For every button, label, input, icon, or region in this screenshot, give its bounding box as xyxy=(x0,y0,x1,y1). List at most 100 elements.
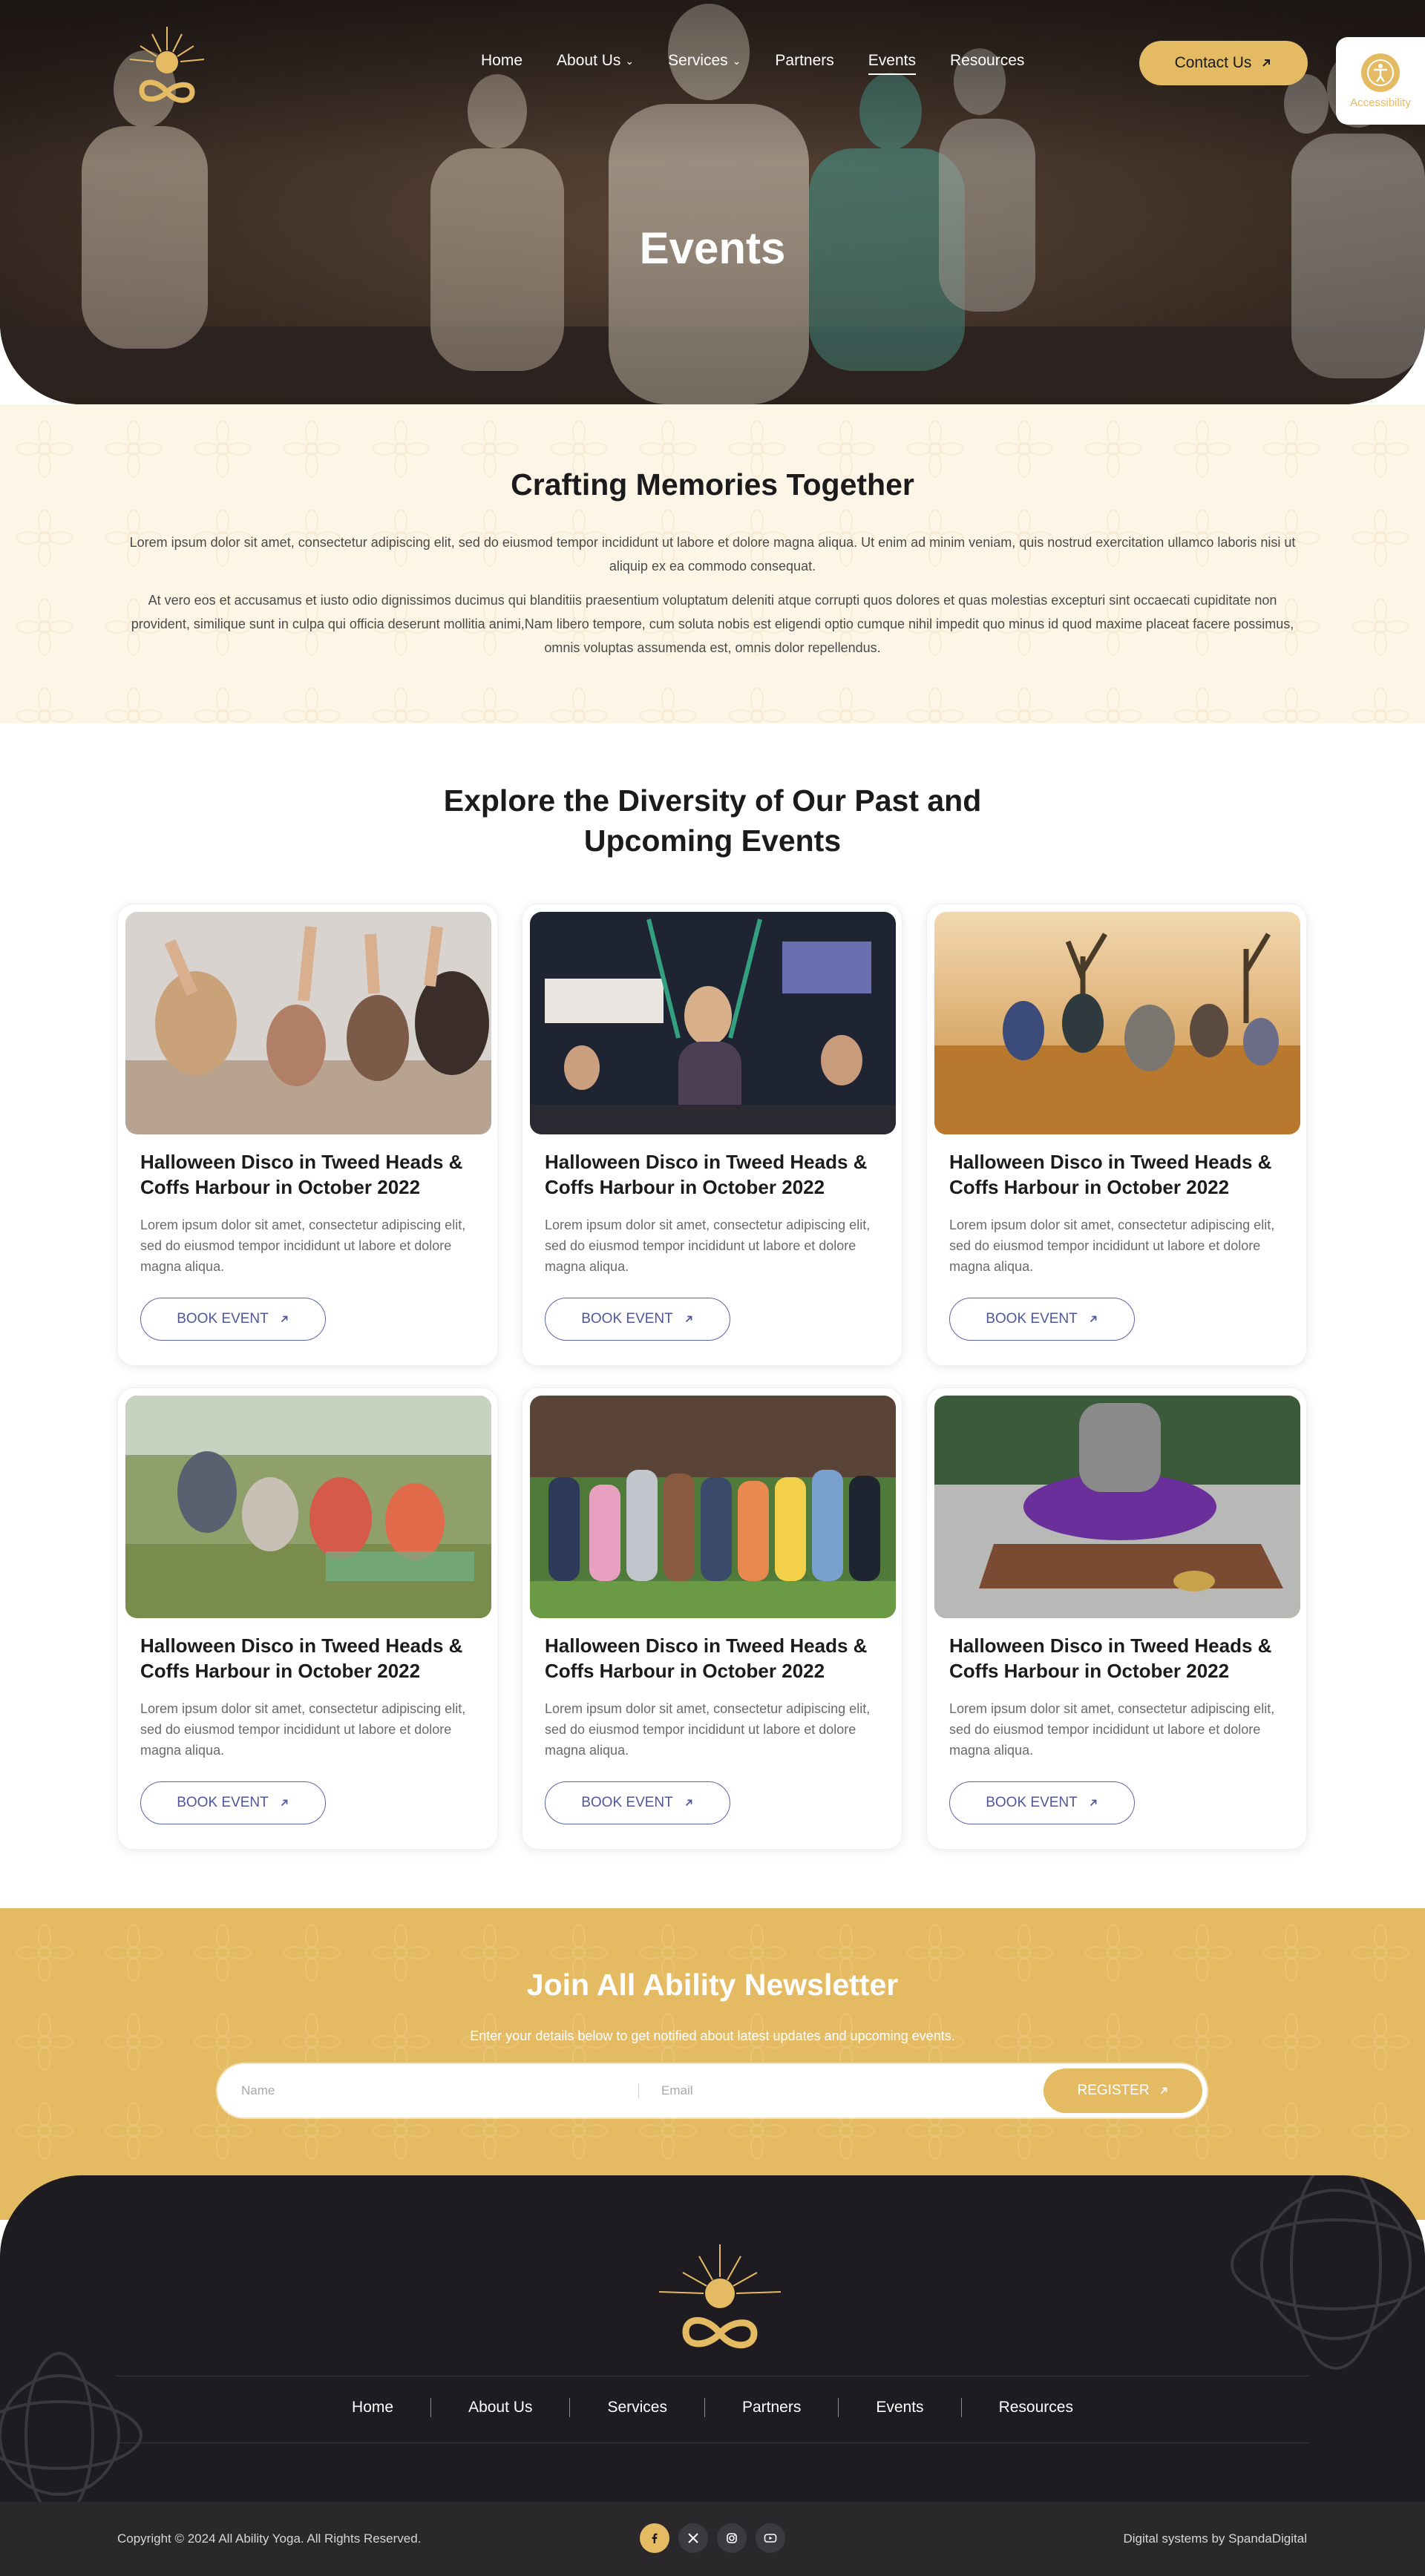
credit-text: Digital systems by SpandaDigital xyxy=(1123,2531,1307,2546)
footer-link-services[interactable]: Services xyxy=(570,2399,704,2416)
accessibility-icon xyxy=(1361,53,1400,92)
accessibility-label: Accessibility xyxy=(1350,96,1411,109)
intro-paragraph-2: At vero eos et accusamus et iusto odio d… xyxy=(131,593,1294,655)
nav-partners[interactable]: Partners xyxy=(775,52,833,70)
facebook-icon[interactable] xyxy=(640,2523,669,2553)
event-card: Halloween Disco in Tweed Heads & Coffs H… xyxy=(522,904,902,1366)
event-card: Halloween Disco in Tweed Heads & Coffs H… xyxy=(926,904,1307,1366)
event-description: Lorem ipsum dolor sit amet, consectetur … xyxy=(140,1701,466,1758)
book-event-label: BOOK EVENT xyxy=(986,1311,1078,1327)
nav-services-label: Services xyxy=(668,52,728,69)
arrow-up-right-icon xyxy=(685,1799,692,1807)
contact-us-button[interactable]: Contact Us xyxy=(1139,41,1308,85)
instagram-icon[interactable] xyxy=(717,2523,747,2553)
intro-heading: Crafting Memories Together xyxy=(511,467,914,502)
page-title: Events xyxy=(639,223,786,273)
footer: Home About Us Services Partners Events R… xyxy=(0,2175,1425,2502)
arrow-up-right-icon xyxy=(1160,2087,1167,2094)
footer-link-events[interactable]: Events xyxy=(839,2399,960,2416)
footer-link-resources[interactable]: Resources xyxy=(962,2399,1110,2416)
field-divider xyxy=(638,2083,639,2098)
newsletter-heading: Join All Ability Newsletter xyxy=(526,1968,899,2002)
event-card: Halloween Disco in Tweed Heads & Coffs H… xyxy=(522,1387,902,1850)
group-portrait-photo xyxy=(530,1396,896,1618)
arrow-up-right-icon xyxy=(281,1799,288,1807)
event-description: Lorem ipsum dolor sit amet, consectetur … xyxy=(949,1701,1275,1758)
fitness-class-photo xyxy=(530,912,896,1134)
events-heading-line-1: Explore the Diversity of Our Past and xyxy=(443,783,982,818)
book-event-label: BOOK EVENT xyxy=(581,1795,673,1810)
book-event-button[interactable]: BOOK EVENT xyxy=(545,1298,730,1341)
event-description: Lorem ipsum dolor sit amet, consectetur … xyxy=(140,1218,466,1274)
chevron-down-icon: ⌄ xyxy=(625,54,635,67)
footer-nav: Home About Us Services Partners Events R… xyxy=(0,2398,1425,2417)
nav-events[interactable]: Events xyxy=(868,52,917,75)
name-field[interactable] xyxy=(241,2067,627,2115)
seniors-picnic-photo xyxy=(125,1396,491,1618)
main-nav: Home About Us ⌄ Services ⌄ Partners Events… xyxy=(481,52,1058,75)
arrow-up-right-icon xyxy=(685,1315,692,1323)
footer-divider xyxy=(117,2442,1308,2443)
event-description: Lorem ipsum dolor sit amet, consectetur … xyxy=(545,1701,871,1758)
events-heading-line-2: Upcoming Events xyxy=(583,824,842,858)
email-field[interactable] xyxy=(661,2067,1032,2115)
event-title: Halloween Disco in Tweed Heads & Coffs H… xyxy=(140,1634,463,1682)
meditation-cushion-photo xyxy=(934,1396,1300,1618)
book-event-label: BOOK EVENT xyxy=(581,1311,673,1327)
nav-about-us[interactable]: About Us ⌄ xyxy=(557,52,634,70)
nav-home[interactable]: Home xyxy=(481,52,522,70)
youtube-icon[interactable] xyxy=(756,2523,785,2553)
event-description: Lorem ipsum dolor sit amet, consectetur … xyxy=(545,1218,871,1274)
footer-link-home[interactable]: Home xyxy=(315,2399,430,2416)
book-event-button[interactable]: BOOK EVENT xyxy=(140,1781,326,1824)
footer-link-about-us[interactable]: About Us xyxy=(431,2399,569,2416)
book-event-label: BOOK EVENT xyxy=(177,1795,269,1810)
event-title: Halloween Disco in Tweed Heads & Coffs H… xyxy=(545,1634,868,1682)
chevron-down-icon: ⌄ xyxy=(732,54,741,67)
copyright-text: Copyright © 2024 All Ability Yoga. All R… xyxy=(117,2531,422,2546)
book-event-button[interactable]: BOOK EVENT xyxy=(949,1781,1135,1824)
nav-partners-label: Partners xyxy=(775,52,834,69)
x-icon[interactable] xyxy=(678,2523,708,2553)
event-title: Halloween Disco in Tweed Heads & Coffs H… xyxy=(545,1151,868,1198)
intro-paragraph-1: Lorem ipsum dolor sit amet, consectetur … xyxy=(129,535,1296,574)
event-card: Halloween Disco in Tweed Heads & Coffs H… xyxy=(926,1387,1307,1850)
all-ability-yoga-logo[interactable] xyxy=(115,21,219,110)
nav-about-us-label: About Us xyxy=(557,52,621,69)
book-event-label: BOOK EVENT xyxy=(177,1311,269,1327)
footer-link-partners[interactable]: Partners xyxy=(705,2399,838,2416)
nav-events-label: Events xyxy=(868,52,916,69)
book-event-button[interactable]: BOOK EVENT xyxy=(949,1298,1135,1341)
event-title: Halloween Disco in Tweed Heads & Coffs H… xyxy=(140,1151,463,1198)
events-heading: Explore the Diversity of Our Past and Up… xyxy=(0,781,1425,861)
register-label: REGISTER xyxy=(1077,2083,1150,2098)
group-celebrating-photo xyxy=(125,912,491,1134)
nav-services[interactable]: Services ⌄ xyxy=(668,52,741,70)
event-card: Halloween Disco in Tweed Heads & Coffs H… xyxy=(117,904,498,1366)
social-links xyxy=(640,2523,785,2553)
newsletter-section: Join All Ability Newsletter Enter your d… xyxy=(0,1908,1425,2220)
nav-home-label: Home xyxy=(481,52,523,69)
arrow-up-right-icon xyxy=(1090,1799,1097,1807)
hero-banner: Home About Us ⌄ Services ⌄ Partners Events… xyxy=(0,0,1425,404)
desert-running-photo xyxy=(934,912,1300,1134)
arrow-up-right-icon xyxy=(281,1315,288,1323)
nav-resources-label: Resources xyxy=(950,52,1025,69)
event-title: Halloween Disco in Tweed Heads & Coffs H… xyxy=(949,1151,1272,1198)
arrow-up-right-icon xyxy=(1090,1315,1097,1323)
newsletter-subtitle: Enter your details below to get notified… xyxy=(470,2028,955,2043)
nav-resources[interactable]: Resources xyxy=(950,52,1024,70)
bottom-bar: Copyright © 2024 All Ability Yoga. All R… xyxy=(0,2502,1425,2576)
intro-section: Crafting Memories Together Lorem ipsum d… xyxy=(0,404,1425,723)
register-button[interactable]: REGISTER xyxy=(1044,2069,1202,2113)
book-event-button[interactable]: BOOK EVENT xyxy=(545,1781,730,1824)
all-ability-yoga-logo[interactable] xyxy=(653,2238,787,2357)
contact-us-label: Contact Us xyxy=(1174,54,1252,71)
event-description: Lorem ipsum dolor sit amet, consectetur … xyxy=(949,1218,1275,1274)
event-card: Halloween Disco in Tweed Heads & Coffs H… xyxy=(117,1387,498,1850)
book-event-button[interactable]: BOOK EVENT xyxy=(140,1298,326,1341)
book-event-label: BOOK EVENT xyxy=(986,1795,1078,1810)
accessibility-widget[interactable]: Accessibility xyxy=(1336,37,1425,125)
arrow-up-right-icon xyxy=(1262,59,1271,67)
newsletter-form: REGISTER xyxy=(217,2064,1207,2117)
